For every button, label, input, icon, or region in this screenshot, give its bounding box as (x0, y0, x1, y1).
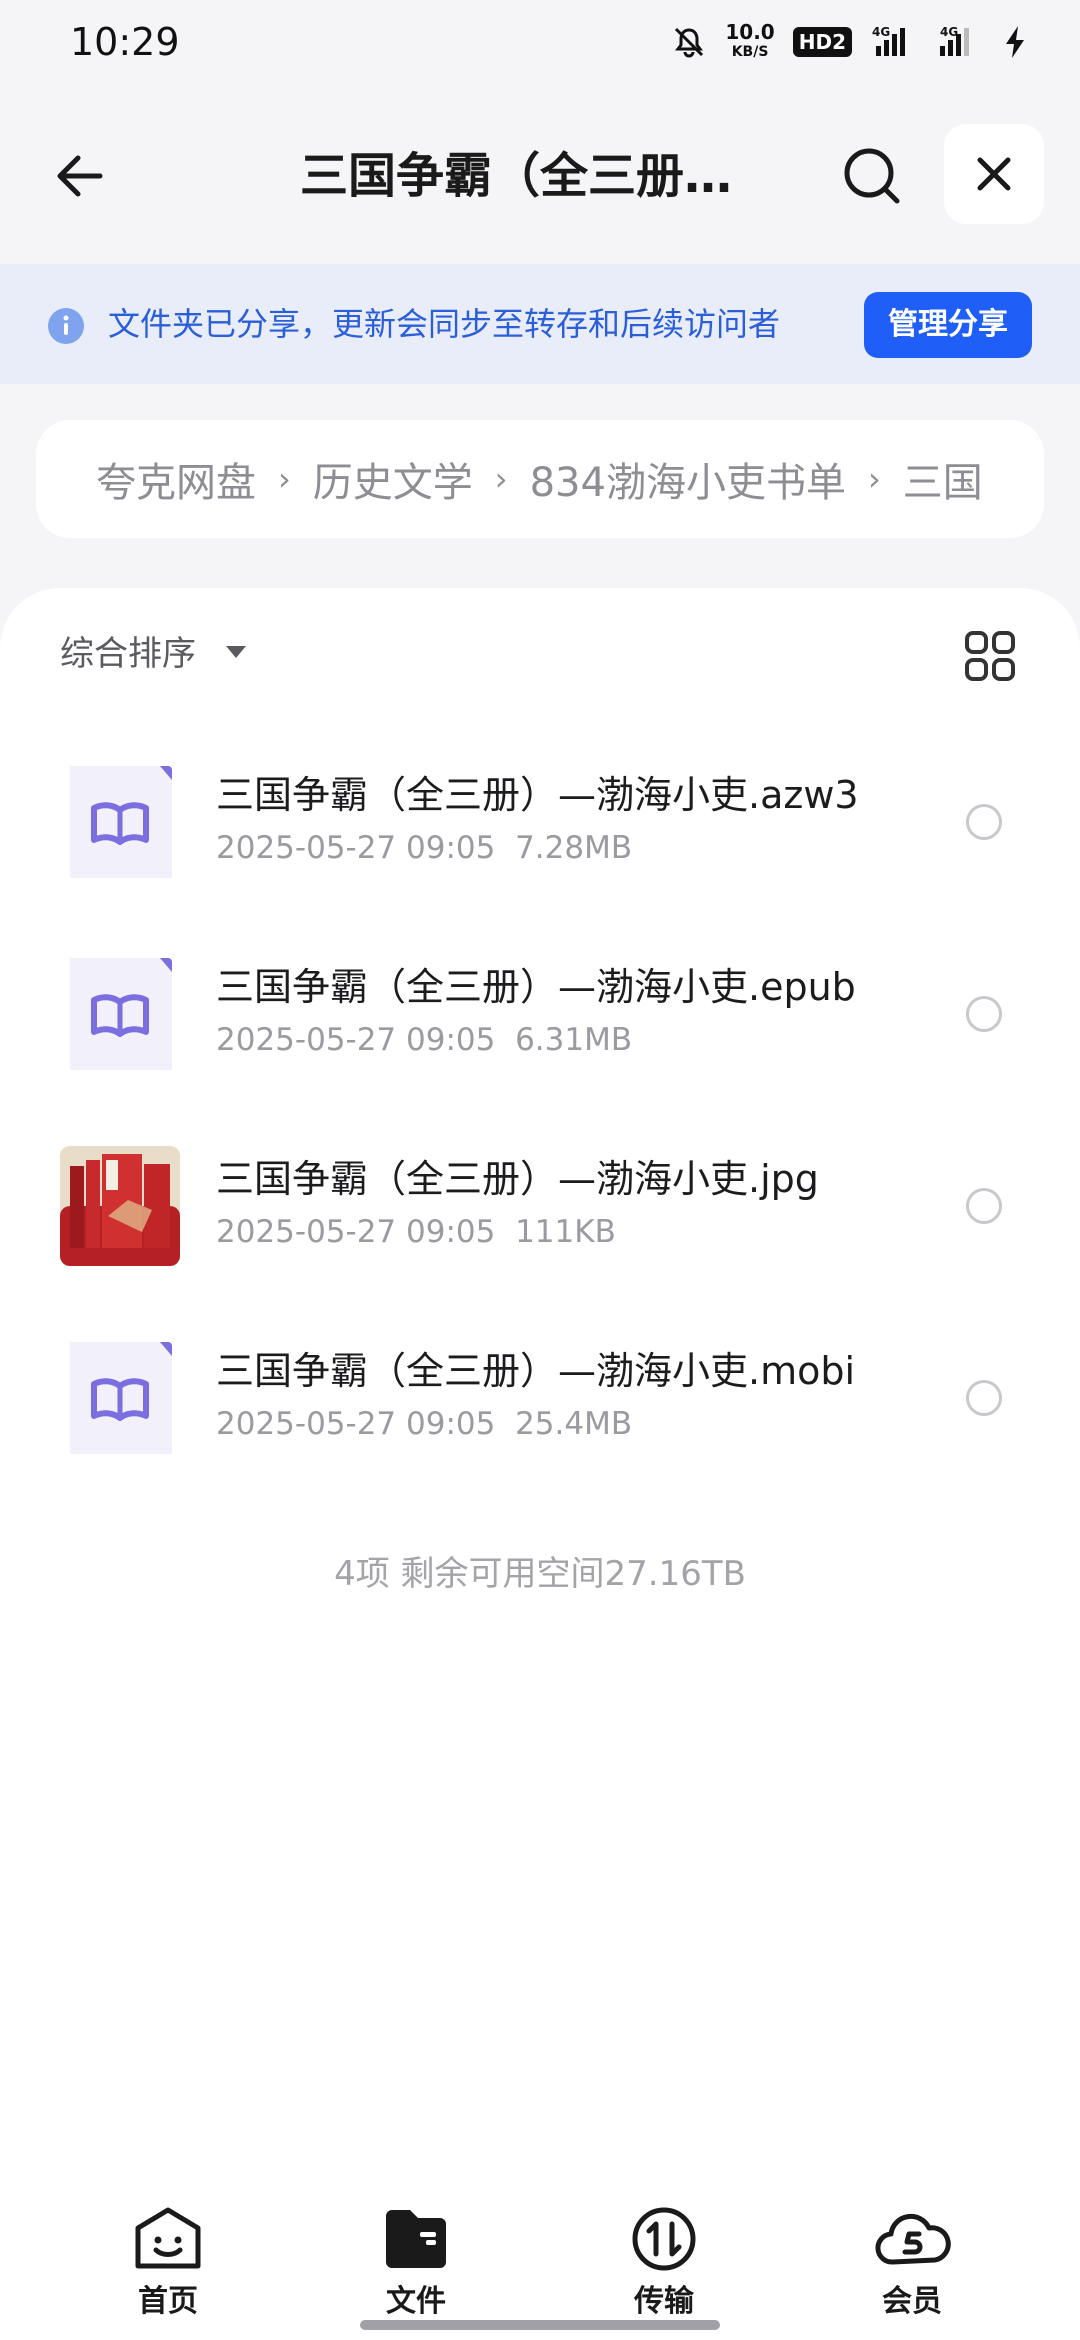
net-speed: 10.0 KB/S (725, 20, 775, 60)
file-size: 25.4MB (515, 1406, 633, 1442)
nav-item-files[interactable]: 文件 (356, 2206, 476, 2326)
nav-item-member[interactable]: 会员 (852, 2206, 972, 2326)
nav-label: 传输 (634, 2284, 694, 2319)
signal-icon: 4G (872, 25, 905, 56)
bottom-nav: 首页 文件 传输 会员 (0, 2188, 1080, 2340)
charging-icon (1006, 26, 1024, 58)
file-meta: 2025-05-27 09:05 111KB (216, 1212, 616, 1252)
file-list-panel: 综合排序 三国争霸（全三册）—渤海小吏.azw3 2025-05-27 09:0… (0, 588, 1080, 2188)
nav-label: 文件 (386, 2284, 446, 2319)
transfer-icon (632, 2207, 696, 2271)
file-size: 7.28MB (515, 830, 633, 866)
share-banner: 文件夹已分享，更新会同步至转存和后续访问者 管理分享 (0, 264, 1080, 384)
home-indicator[interactable] (360, 2320, 720, 2330)
ebook-file-icon (70, 958, 172, 1070)
svg-text:4G: 4G (940, 25, 958, 39)
info-icon (48, 308, 84, 344)
status-bar: 10:29 10.0 KB/S HD2 4G 4G (0, 0, 1080, 84)
nav-label: 首页 (138, 2284, 198, 2319)
file-meta: 2025-05-27 09:05 6.31MB (216, 1020, 632, 1060)
breadcrumb: 夸克网盘 › 历史文学 › 834渤海小吏书单 › 三国 (36, 420, 1044, 538)
file-row[interactable]: 三国争霸（全三册）—渤海小吏.azw3 2025-05-27 09:05 7.2… (0, 738, 1080, 928)
header: 三国争霸（全三册… (0, 120, 1080, 230)
breadcrumb-item-history[interactable]: 历史文学 (313, 450, 473, 508)
hd-badge: HD2 (792, 27, 852, 57)
signal-icon-2: 4G (940, 25, 969, 56)
file-row[interactable]: 三国争霸（全三册）—渤海小吏.mobi 2025-05-27 09:05 25.… (0, 1314, 1080, 1504)
select-radio[interactable] (966, 996, 1002, 1032)
chevron-right-icon: › (494, 460, 508, 498)
nav-item-transfer[interactable]: 传输 (604, 2206, 724, 2326)
member-cloud-icon (875, 2213, 951, 2265)
smile-face-icon (135, 2207, 201, 2269)
file-date: 2025-05-27 09:05 (216, 1406, 496, 1442)
back-button[interactable] (48, 144, 112, 208)
select-radio[interactable] (966, 1188, 1002, 1224)
svg-text:4G: 4G (872, 25, 890, 39)
chevron-right-icon: › (278, 460, 291, 498)
file-meta: 2025-05-27 09:05 25.4MB (216, 1404, 632, 1444)
search-icon (844, 148, 900, 204)
storage-summary: 4项 剩余可用空间27.16TB (334, 1554, 746, 1594)
nav-label: 会员 (882, 2284, 942, 2319)
chevron-right-icon: › (867, 460, 881, 498)
nav-item-home[interactable]: 首页 (108, 2206, 228, 2326)
breadcrumb-item-root[interactable]: 夸克网盘 (96, 450, 256, 508)
select-radio[interactable] (966, 1380, 1002, 1416)
file-name: 三国争霸（全三册）—渤海小吏.mobi (216, 1349, 856, 1393)
file-size: 111KB (515, 1214, 616, 1250)
file-date: 2025-05-27 09:05 (216, 830, 496, 866)
breadcrumb-item-current[interactable]: 三国 (903, 450, 983, 508)
search-button[interactable] (838, 142, 906, 210)
page-title: 三国争霸（全三册… (300, 148, 733, 204)
ebook-file-icon (70, 766, 172, 878)
file-size: 6.31MB (515, 1022, 633, 1058)
file-name: 三国争霸（全三册）—渤海小吏.epub (216, 965, 856, 1009)
file-date: 2025-05-27 09:05 (216, 1214, 496, 1250)
close-button[interactable] (944, 124, 1044, 224)
file-date: 2025-05-27 09:05 (216, 1022, 496, 1058)
close-icon (977, 157, 1011, 191)
file-name: 三国争霸（全三册）—渤海小吏.azw3 (216, 773, 859, 817)
file-row[interactable]: 三国争霸（全三册）—渤海小吏.epub 2025-05-27 09:05 6.3… (0, 930, 1080, 1120)
arrow-left-icon (57, 155, 103, 197)
manage-share-button[interactable]: 管理分享 (864, 292, 1032, 358)
share-status-text: 文件夹已分享，更新会同步至转存和后续访问者 (108, 305, 781, 343)
ebook-file-icon (70, 1342, 172, 1454)
select-radio[interactable] (966, 804, 1002, 840)
caret-down-icon (226, 646, 246, 658)
folder-icon (386, 2210, 446, 2268)
grid-view-icon[interactable] (964, 630, 1016, 682)
mute-bell-icon (675, 27, 704, 58)
file-row[interactable]: 三国争霸（全三册）—渤海小吏.jpg 2025-05-27 09:05 111K… (0, 1122, 1080, 1312)
breadcrumb-item-booklist[interactable]: 834渤海小吏书单 (530, 450, 846, 508)
image-thumbnail (60, 1146, 180, 1266)
status-time: 10:29 (70, 20, 180, 64)
sort-dropdown[interactable]: 综合排序 (60, 634, 196, 674)
file-name: 三国争霸（全三册）—渤海小吏.jpg (216, 1157, 819, 1201)
status-icons: 10.0 KB/S HD2 4G 4G (671, 22, 1034, 62)
file-meta: 2025-05-27 09:05 7.28MB (216, 828, 632, 868)
